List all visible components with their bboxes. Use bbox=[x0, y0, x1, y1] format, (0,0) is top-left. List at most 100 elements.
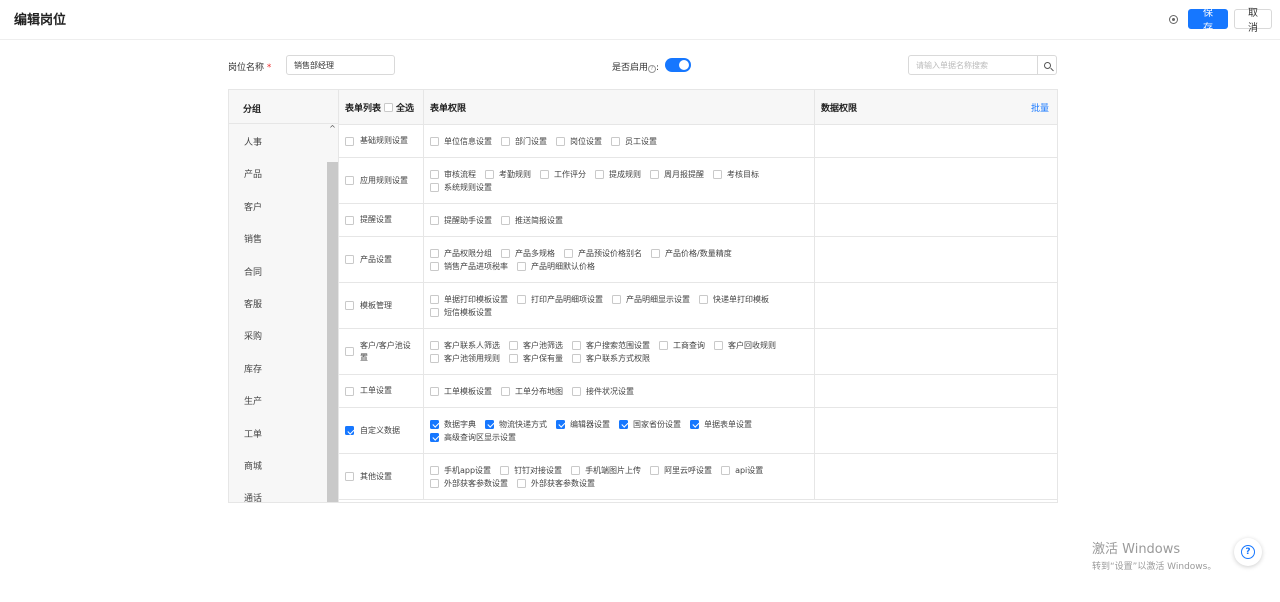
permission-option[interactable]: 工商查询 bbox=[659, 339, 705, 352]
permission-option[interactable]: 客户联系方式权限 bbox=[572, 352, 650, 365]
permission-option[interactable]: 工单模板设置 bbox=[430, 385, 492, 398]
permission-checkbox[interactable] bbox=[556, 419, 565, 429]
position-name-input[interactable]: 销售部经理 bbox=[286, 55, 395, 75]
permission-option[interactable]: 工作评分 bbox=[540, 168, 586, 181]
permission-option[interactable]: 岗位设置 bbox=[556, 135, 602, 148]
group-item[interactable]: 人事 bbox=[229, 124, 338, 156]
permission-checkbox[interactable] bbox=[659, 340, 668, 350]
data-permission-cell[interactable] bbox=[815, 329, 1057, 374]
permission-option[interactable]: 客户搜索范围设置 bbox=[572, 339, 650, 352]
scrollbar-thumb[interactable] bbox=[327, 162, 338, 502]
data-permission-cell[interactable] bbox=[815, 158, 1057, 203]
info-icon[interactable] bbox=[1169, 14, 1178, 24]
group-item[interactable]: 商城 bbox=[229, 448, 338, 480]
save-button[interactable]: 保存 bbox=[1188, 8, 1228, 34]
permission-option[interactable]: api设置 bbox=[721, 464, 763, 477]
permission-checkbox[interactable] bbox=[509, 353, 518, 363]
permission-checkbox[interactable] bbox=[517, 478, 526, 488]
permission-checkbox[interactable] bbox=[721, 465, 731, 475]
permission-checkbox[interactable] bbox=[612, 294, 621, 304]
module-checkbox[interactable] bbox=[345, 176, 354, 185]
permission-checkbox[interactable] bbox=[430, 215, 439, 225]
permission-option[interactable]: 客户池领用规则 bbox=[430, 352, 500, 365]
permission-option[interactable]: 手机端图片上传 bbox=[571, 464, 641, 477]
cancel-button[interactable]: 取消 bbox=[1234, 8, 1272, 34]
permission-option[interactable]: 短信模板设置 bbox=[430, 306, 492, 319]
group-item[interactable]: 销售 bbox=[229, 221, 338, 253]
permission-checkbox[interactable] bbox=[430, 353, 439, 363]
data-permission-cell[interactable] bbox=[815, 204, 1057, 236]
permission-checkbox[interactable] bbox=[517, 294, 526, 304]
permission-option[interactable]: 单位信息设置 bbox=[430, 135, 492, 148]
permission-option[interactable]: 手机app设置 bbox=[430, 464, 491, 477]
permission-checkbox[interactable] bbox=[517, 261, 526, 271]
permission-option[interactable]: 钉钉对接设置 bbox=[500, 464, 562, 477]
permission-option[interactable]: 单据表单设置 bbox=[690, 418, 752, 431]
group-scrollbar[interactable]: ^ bbox=[327, 124, 338, 502]
permission-checkbox[interactable] bbox=[571, 465, 581, 475]
data-permission-cell[interactable] bbox=[815, 408, 1057, 453]
module-checkbox[interactable] bbox=[345, 347, 354, 356]
permission-checkbox[interactable] bbox=[501, 386, 510, 396]
group-item[interactable]: 客户 bbox=[229, 189, 338, 221]
permission-option[interactable]: 打印产品明细项设置 bbox=[517, 293, 603, 306]
permission-checkbox[interactable] bbox=[713, 169, 722, 179]
module-checkbox[interactable] bbox=[345, 215, 354, 225]
permission-option[interactable]: 客户回收规则 bbox=[714, 339, 776, 352]
permission-checkbox[interactable] bbox=[430, 307, 439, 317]
permission-option[interactable]: 编辑器设置 bbox=[556, 418, 610, 431]
permission-checkbox[interactable] bbox=[650, 169, 659, 179]
permission-option[interactable]: 客户池筛选 bbox=[509, 339, 563, 352]
permission-option[interactable]: 阿里云呼设置 bbox=[650, 464, 712, 477]
permission-checkbox[interactable] bbox=[430, 386, 439, 396]
permission-checkbox[interactable] bbox=[509, 340, 518, 350]
permission-checkbox[interactable] bbox=[650, 465, 660, 475]
permission-option[interactable]: 产品多规格 bbox=[501, 247, 555, 260]
permission-option[interactable]: 周月报提醒 bbox=[650, 168, 704, 181]
module-checkbox[interactable] bbox=[345, 386, 354, 396]
permission-option[interactable]: 产品预设价格别名 bbox=[564, 247, 642, 260]
permission-checkbox[interactable] bbox=[564, 248, 573, 258]
help-question-icon[interactable]: ? bbox=[648, 65, 657, 73]
permission-checkbox[interactable] bbox=[501, 248, 510, 258]
permission-option[interactable]: 推送简报设置 bbox=[501, 214, 563, 227]
group-item[interactable]: 产品 bbox=[229, 156, 338, 188]
permission-option[interactable]: 产品价格/数量精度 bbox=[651, 247, 732, 260]
select-all-checkbox[interactable] bbox=[384, 103, 394, 112]
permission-checkbox[interactable] bbox=[501, 136, 510, 146]
permission-option[interactable]: 物流快递方式 bbox=[485, 418, 547, 431]
help-button[interactable]: ? bbox=[1234, 538, 1262, 566]
permission-option[interactable]: 审核流程 bbox=[430, 168, 476, 181]
permission-option[interactable]: 国家省份设置 bbox=[619, 418, 681, 431]
permission-option[interactable]: 外部获客参数设置 bbox=[430, 477, 508, 490]
permission-checkbox[interactable] bbox=[430, 340, 439, 350]
data-permission-cell[interactable] bbox=[815, 237, 1057, 282]
permission-option[interactable]: 员工设置 bbox=[611, 135, 657, 148]
permission-checkbox[interactable] bbox=[485, 419, 494, 429]
permission-checkbox[interactable] bbox=[619, 419, 628, 429]
permission-checkbox[interactable] bbox=[595, 169, 604, 179]
permission-checkbox[interactable] bbox=[556, 136, 565, 146]
permission-checkbox[interactable] bbox=[572, 353, 581, 363]
chevron-up-icon[interactable]: ^ bbox=[327, 124, 338, 134]
search-input[interactable]: 请输入单据名称搜索 bbox=[909, 56, 1037, 74]
group-item[interactable]: 库存 bbox=[229, 351, 338, 383]
permission-checkbox[interactable] bbox=[690, 419, 699, 429]
group-item[interactable]: 生产 bbox=[229, 383, 338, 415]
data-permission-cell[interactable] bbox=[815, 283, 1057, 328]
permission-option[interactable]: 工单分布地图 bbox=[501, 385, 563, 398]
permission-checkbox[interactable] bbox=[430, 478, 439, 488]
permission-checkbox[interactable] bbox=[430, 182, 439, 192]
permission-checkbox[interactable] bbox=[430, 136, 439, 146]
permission-checkbox[interactable] bbox=[430, 169, 439, 179]
data-permission-cell[interactable] bbox=[815, 454, 1057, 499]
permission-checkbox[interactable] bbox=[572, 386, 581, 396]
permission-option[interactable]: 产品明细显示设置 bbox=[612, 293, 690, 306]
permission-option[interactable]: 数据字典 bbox=[430, 418, 476, 431]
permission-checkbox[interactable] bbox=[540, 169, 549, 179]
group-item[interactable]: 工单 bbox=[229, 416, 338, 448]
module-checkbox[interactable] bbox=[345, 472, 354, 481]
permission-option[interactable]: 部门设置 bbox=[501, 135, 547, 148]
permission-checkbox[interactable] bbox=[430, 432, 439, 442]
permission-checkbox[interactable] bbox=[611, 136, 620, 146]
